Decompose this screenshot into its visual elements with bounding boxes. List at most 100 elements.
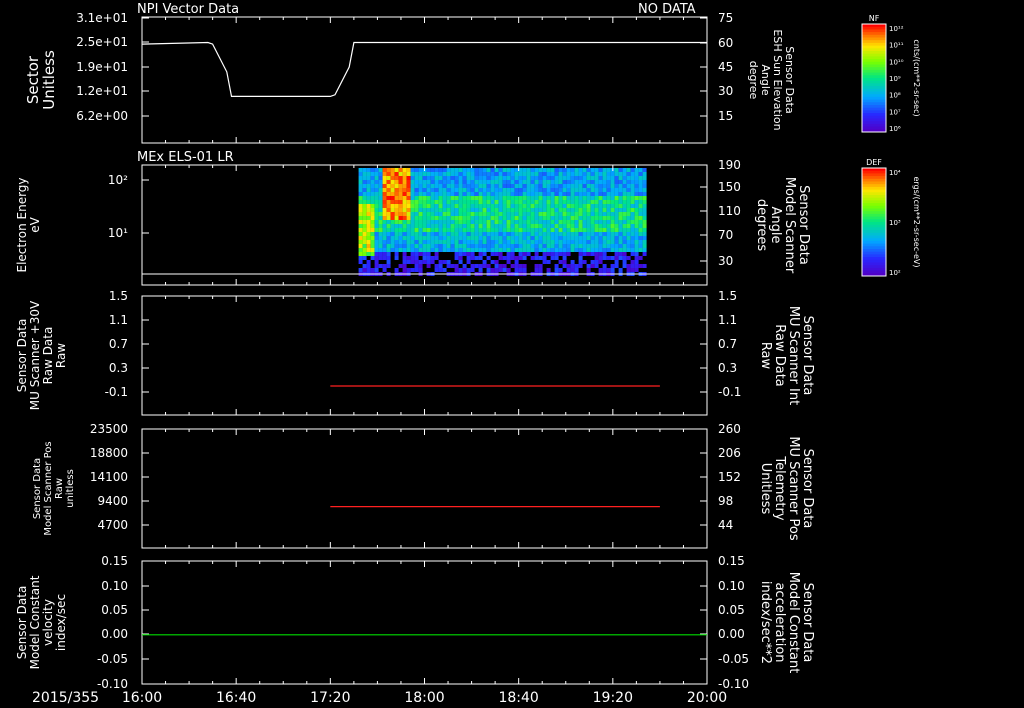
heatmap-cell — [394, 168, 399, 172]
heatmap-cell — [626, 256, 631, 260]
heatmap-cell — [382, 196, 387, 200]
heatmap-cell — [562, 252, 567, 256]
heatmap-cell — [466, 176, 471, 180]
heatmap-cell — [378, 236, 383, 240]
heatmap-cell — [502, 244, 507, 248]
heatmap-cell — [486, 212, 491, 216]
heatmap-cell — [598, 268, 603, 272]
heatmap-cell — [566, 248, 571, 252]
heatmap-cell — [562, 192, 567, 196]
heatmap-cell — [530, 240, 535, 244]
heatmap-cell — [494, 192, 499, 196]
heatmap-cell — [546, 228, 551, 232]
heatmap-cell — [510, 196, 515, 200]
heatmap-cell — [618, 192, 623, 196]
heatmap-cell — [590, 248, 595, 252]
heatmap-cell — [450, 196, 455, 200]
heatmap-cell — [626, 208, 631, 212]
heatmap-cell — [622, 180, 627, 184]
heatmap-cell — [586, 168, 591, 172]
heatmap-cell — [538, 256, 543, 260]
heatmap-cell — [566, 224, 571, 228]
heatmap-cell — [546, 224, 551, 228]
heatmap-cell — [442, 216, 447, 220]
heatmap-cell — [630, 220, 635, 224]
y2-axis-label: degrees — [754, 199, 769, 252]
heatmap-cell — [370, 228, 375, 232]
heatmap-cell — [386, 236, 391, 240]
heatmap-cell — [470, 176, 475, 180]
heatmap-cell — [582, 208, 587, 212]
heatmap-cell — [390, 244, 395, 248]
heatmap-cell — [398, 244, 403, 248]
heatmap-cell — [630, 236, 635, 240]
heatmap-cell — [598, 220, 603, 224]
heatmap-cell — [510, 192, 515, 196]
y2-axis-label: Sensor Data — [800, 583, 815, 663]
heatmap-cell — [390, 184, 395, 188]
heatmap-cell — [610, 244, 615, 248]
heatmap-cell — [538, 236, 543, 240]
heatmap-cell — [382, 244, 387, 248]
heatmap-cell — [606, 236, 611, 240]
heatmap-cell — [386, 192, 391, 196]
heatmap-cell — [554, 212, 559, 216]
heatmap-cell — [586, 204, 591, 208]
heatmap-cell — [570, 168, 575, 172]
heatmap-cell — [426, 168, 431, 172]
heatmap-cell — [422, 188, 427, 192]
heatmap-cell — [466, 184, 471, 188]
y-tick-label: 1.1 — [109, 313, 128, 327]
heatmap-cell — [498, 232, 503, 236]
heatmap-cell — [610, 176, 615, 180]
heatmap-cell — [454, 220, 459, 224]
heatmap-cell — [518, 252, 523, 256]
heatmap-cell — [550, 180, 555, 184]
heatmap-cell — [386, 196, 391, 200]
heatmap-cell — [410, 200, 415, 204]
heatmap-cell — [630, 168, 635, 172]
heatmap-cell — [546, 204, 551, 208]
y-tick-label: 6.2e+00 — [76, 109, 128, 123]
heatmap-cell — [386, 216, 391, 220]
heatmap-cell — [622, 216, 627, 220]
heatmap-cell — [534, 168, 539, 172]
y2-axis-label: Telemetry — [772, 455, 787, 520]
heatmap-cell — [474, 248, 479, 252]
heatmap-cell — [562, 264, 567, 268]
heatmap-cell — [490, 228, 495, 232]
heatmap-cell — [630, 200, 635, 204]
heatmap-cell — [638, 192, 643, 196]
heatmap-cell — [466, 240, 471, 244]
heatmap-cell — [542, 236, 547, 240]
heatmap-cell — [366, 192, 371, 196]
heatmap-cell — [434, 208, 439, 212]
heatmap-cell — [502, 232, 507, 236]
heatmap-cell — [370, 232, 375, 236]
heatmap-cell — [622, 264, 627, 268]
heatmap-cell — [594, 184, 599, 188]
heatmap-cell — [606, 172, 611, 176]
heatmap-cell — [358, 224, 363, 228]
heatmap-cell — [550, 212, 555, 216]
heatmap-cell — [566, 192, 571, 196]
heatmap-cell — [434, 248, 439, 252]
heatmap-cell — [370, 248, 375, 252]
heatmap-cell — [614, 256, 619, 260]
heatmap-cell — [398, 224, 403, 228]
heatmap-cell — [370, 236, 375, 240]
heatmap-cell — [402, 172, 407, 176]
heatmap-cell — [490, 212, 495, 216]
heatmap-cell — [446, 196, 451, 200]
heatmap-cell — [542, 260, 547, 264]
heatmap-cell — [426, 224, 431, 228]
y-tick-label: 0.3 — [109, 361, 128, 375]
heatmap-cell — [542, 252, 547, 256]
heatmap-cell — [494, 244, 499, 248]
heatmap-cell — [434, 176, 439, 180]
heatmap-cell — [582, 172, 587, 176]
heatmap-cell — [398, 204, 403, 208]
heatmap-cell — [522, 252, 527, 256]
heatmap-cell — [618, 236, 623, 240]
heatmap-cell — [378, 180, 383, 184]
